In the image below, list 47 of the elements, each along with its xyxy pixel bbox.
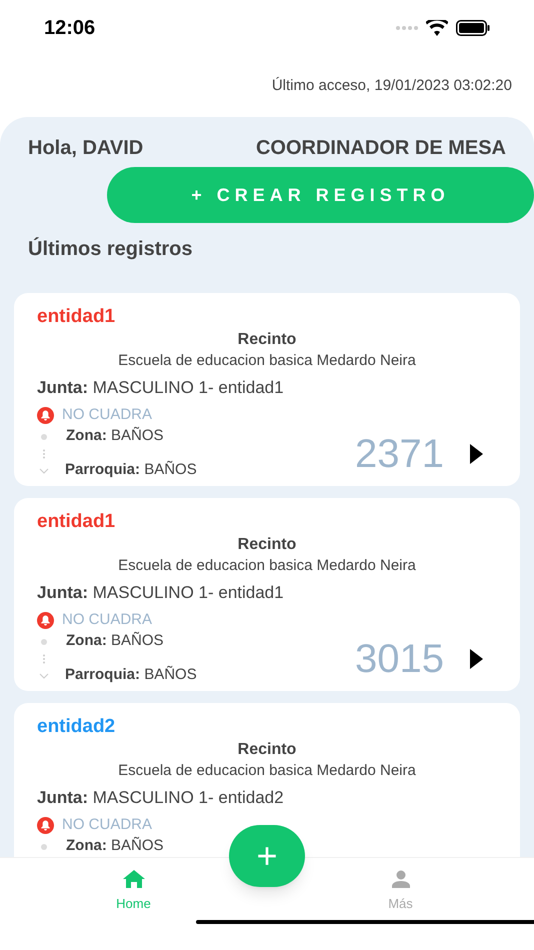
battery-icon xyxy=(456,20,490,36)
total-number: 3015 xyxy=(355,636,444,680)
dot-icon xyxy=(40,842,48,850)
bell-alert-icon xyxy=(37,816,54,834)
status-text: NO CUADRA xyxy=(62,815,152,835)
zona-text: Zona: BAÑOS xyxy=(66,630,164,652)
zona-text: Zona: BAÑOS xyxy=(66,836,164,856)
greeting-text: Hola, DAVID xyxy=(28,136,144,161)
zona-text: Zona: BAÑOS xyxy=(66,426,164,446)
last-access-text: Último acceso, 19/01/2023 03:02:20 xyxy=(272,76,512,96)
home-icon xyxy=(122,870,144,888)
person-icon xyxy=(392,870,410,888)
parroquia-text: Parroquia: BAÑOS xyxy=(65,664,197,686)
dots-icon xyxy=(42,654,46,664)
recinto-name: Escuela de educacion basica Medardo Neira xyxy=(118,761,416,781)
chevron-down-icon xyxy=(39,468,49,474)
junta-text: Junta: MASCULINO 1- entidad1 xyxy=(37,583,284,602)
record-card[interactable]: entidad1 Recinto Escuela de educacion basica Medardo Neira Junta: MASCULINO 1- entidad1 NO CUADRA Zona: BAÑOS Parroquia: BAÑOS 2371 xyxy=(14,293,520,486)
recinto-label: Recinto xyxy=(238,330,296,350)
entity-name: entidad1 xyxy=(37,510,116,534)
wifi-icon xyxy=(426,20,448,36)
entity-name: entidad2 xyxy=(37,715,116,739)
signal-icon xyxy=(396,26,418,30)
dot-icon xyxy=(40,638,48,646)
chevron-down-icon xyxy=(39,672,49,678)
status-text: NO CUADRA xyxy=(62,405,152,425)
section-title: Últimos registros xyxy=(28,236,192,262)
bell-alert-icon xyxy=(37,612,54,629)
entity-name: entidad1 xyxy=(37,305,116,329)
role-text: COORDINADOR DE MESA xyxy=(256,136,506,161)
status-time: 12:06 xyxy=(44,16,96,40)
junta-text: Junta: MASCULINO 1- entidad1 xyxy=(37,378,284,397)
status-text: NO CUADRA xyxy=(62,610,152,630)
junta-text: Junta: MASCULINO 1- entidad2 xyxy=(37,788,284,807)
recinto-name: Escuela de educacion basica Medardo Neira xyxy=(118,556,416,576)
recinto-label: Recinto xyxy=(238,535,296,555)
play-arrow-icon[interactable] xyxy=(470,648,483,668)
record-card[interactable]: entidad1 Recinto Escuela de educacion basica Medardo Neira Junta: MASCULINO 1- entidad1 NO CUADRA Zona: BAÑOS Parroquia: BAÑOS 3015 xyxy=(14,498,520,691)
bell-alert-icon xyxy=(37,406,54,424)
recinto-name: Escuela de educacion basica Medardo Neira xyxy=(118,351,416,371)
dot-icon xyxy=(40,432,48,440)
total-number: 2371 xyxy=(355,432,444,476)
create-record-button[interactable]: + CREAR REGISTRO xyxy=(107,167,534,223)
recinto-label: Recinto xyxy=(238,740,296,760)
dots-icon xyxy=(42,448,46,458)
play-arrow-icon[interactable] xyxy=(470,444,483,464)
parroquia-text: Parroquia: BAÑOS xyxy=(65,460,197,480)
